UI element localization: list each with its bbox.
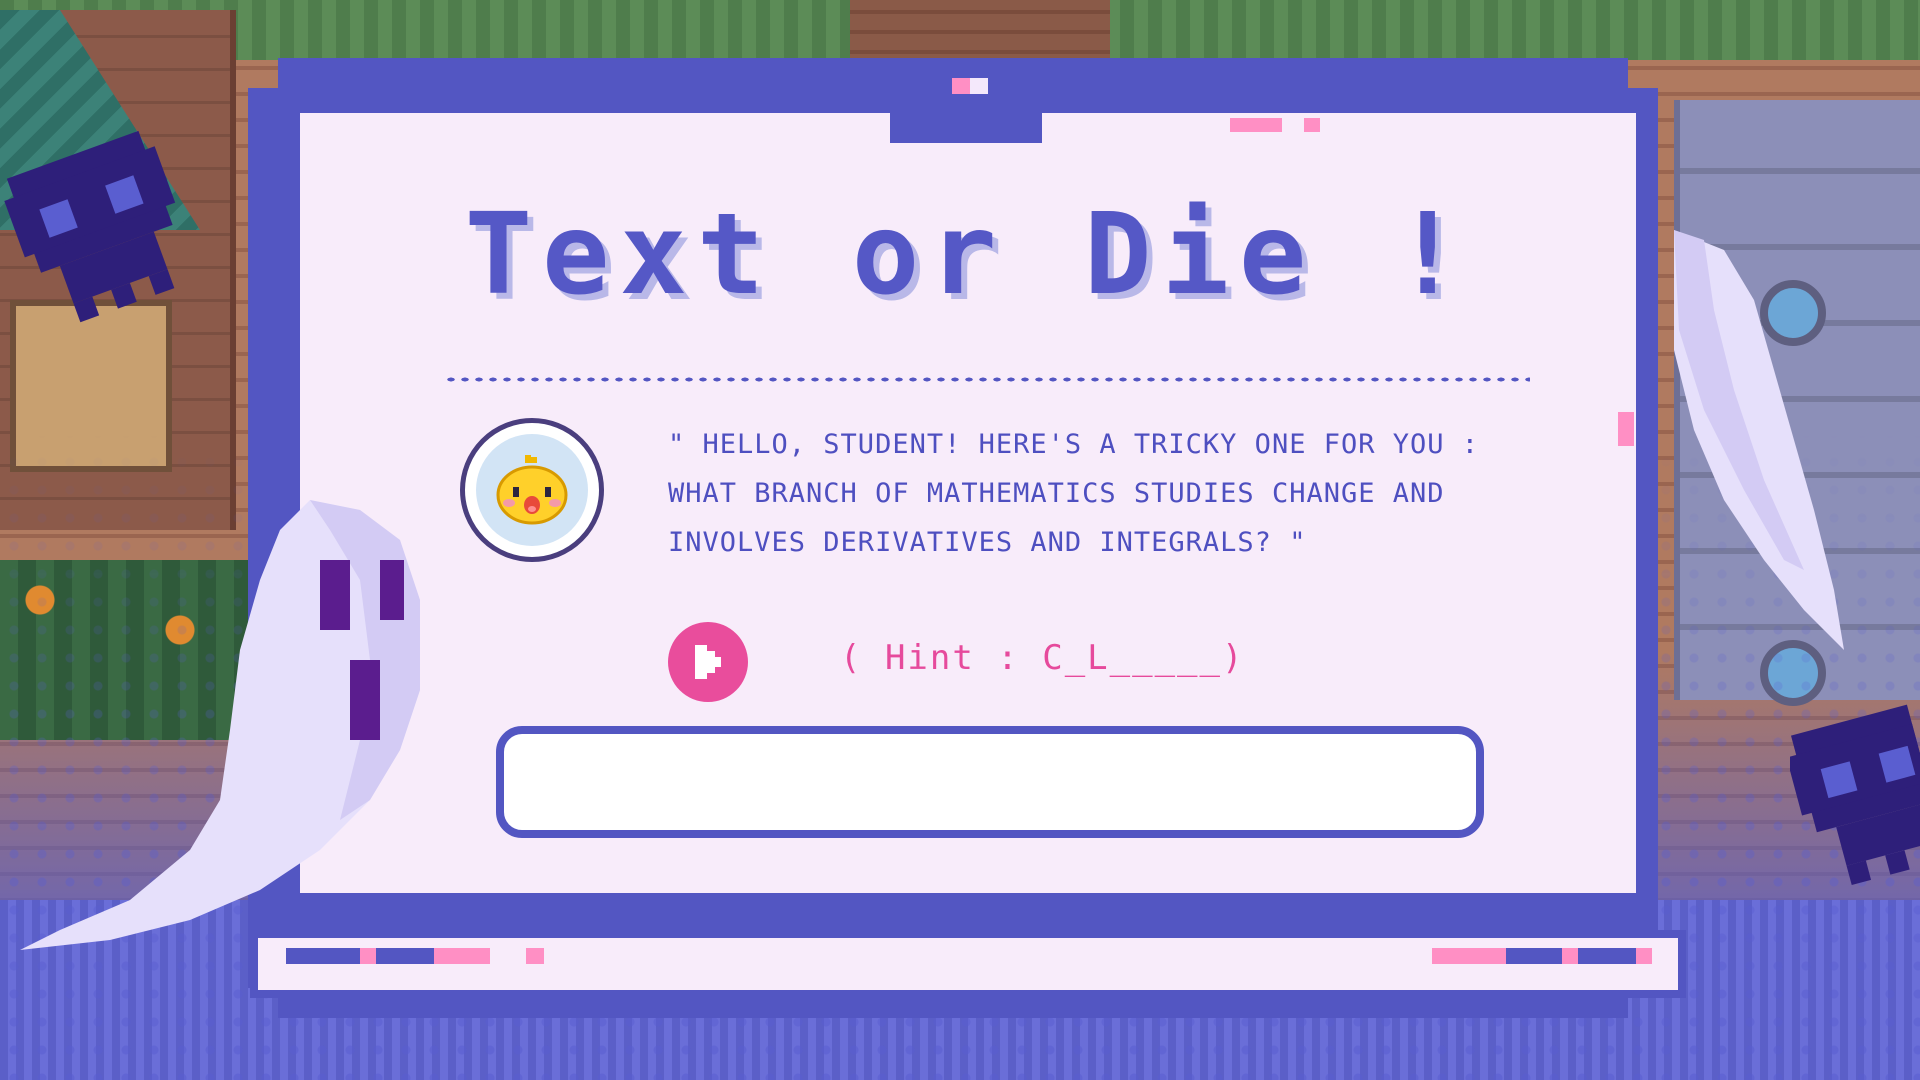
ghost-icon: [20, 500, 420, 950]
footer-decor: [1578, 948, 1636, 964]
hint-text: ( Hint : C_L_____): [840, 638, 1245, 678]
dialog-footer-bar: [250, 930, 1686, 998]
footer-decor: [1506, 948, 1562, 964]
question-line: " HELLO, STUDENT! HERE'S A TRICKY ONE FO…: [668, 429, 1480, 460]
character-avatar: [460, 418, 604, 562]
window-indicator-light: [952, 78, 988, 94]
pixel-skull-icon: [1790, 704, 1920, 886]
footer-decor: [1562, 948, 1578, 964]
footer-decor: [1636, 948, 1652, 964]
dotted-divider: [444, 376, 1530, 383]
decor-pink-block: [1618, 412, 1634, 446]
footer-decor: [434, 948, 490, 964]
game-title: Text or Die !: [464, 190, 1472, 320]
footer-decor: [526, 948, 544, 964]
answer-input[interactable]: [496, 726, 1484, 838]
play-audio-button[interactable]: [668, 622, 748, 702]
question-line: WHAT BRANCH OF MATHEMATICS STUDIES CHANG…: [668, 478, 1445, 509]
decor-pink-block: [1230, 118, 1282, 132]
question-line: INVOLVES DERIVATIVES AND INTEGRALS? ": [668, 527, 1307, 558]
play-icon: [695, 645, 721, 679]
pixel-skull-icon: [4, 130, 176, 323]
decor-pink-block: [1304, 118, 1320, 132]
chick-face-icon: [496, 455, 568, 525]
question-text: " HELLO, STUDENT! HERE'S A TRICKY ONE FO…: [668, 420, 1568, 567]
footer-decor: [1432, 948, 1506, 964]
ghost-icon: [1674, 230, 1844, 650]
